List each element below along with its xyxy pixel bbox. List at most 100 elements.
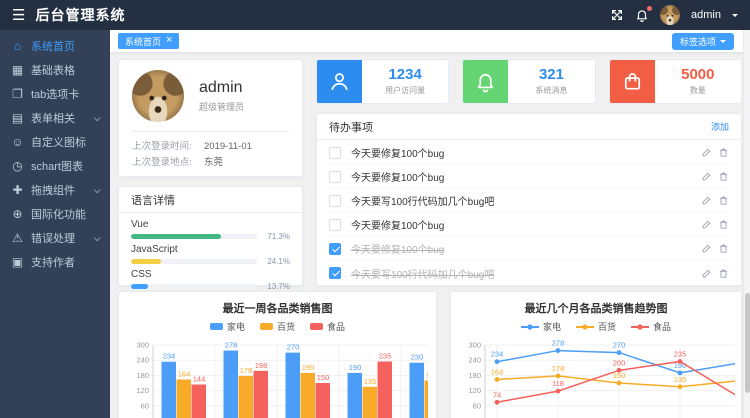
bar-chart-title: 最近一周各品类销售图 bbox=[127, 300, 428, 316]
close-icon[interactable]: × bbox=[166, 35, 172, 46]
sidebar-item-drag[interactable]: ✚拖拽组件 bbox=[0, 178, 110, 202]
divider bbox=[132, 131, 289, 132]
svg-text:118: 118 bbox=[552, 379, 564, 388]
delete-icon[interactable] bbox=[718, 171, 729, 182]
todo-checkbox[interactable] bbox=[329, 219, 341, 231]
svg-text:144: 144 bbox=[193, 375, 206, 384]
sidebar-item-form[interactable]: ▤表单相关 bbox=[0, 106, 110, 130]
svg-text:190: 190 bbox=[302, 363, 315, 372]
delete-icon[interactable] bbox=[718, 219, 729, 230]
legend-entry-家电: 家电 bbox=[521, 320, 561, 333]
svg-text:150: 150 bbox=[317, 373, 330, 382]
todo-checkbox[interactable] bbox=[329, 267, 341, 279]
language-card-title: 语言详情 bbox=[131, 192, 175, 208]
progress-track bbox=[131, 234, 257, 239]
bag-icon bbox=[610, 60, 655, 103]
sidebar-item-donate[interactable]: ▣支持作者 bbox=[0, 250, 110, 274]
todo-checkbox[interactable] bbox=[329, 243, 341, 255]
sidebar-item-tabs[interactable]: ❐tab选项卡 bbox=[0, 82, 110, 106]
tab-home[interactable]: 系统首页 × bbox=[118, 33, 179, 49]
user-avatar[interactable] bbox=[660, 5, 680, 25]
chevron-down-icon bbox=[94, 114, 101, 121]
admin-dashboard: ☰ 后台管理系统 admin ⌂系统首页▦基础表格❐tab选项卡▤表单相关☺自定… bbox=[0, 0, 750, 418]
svg-text:180: 180 bbox=[468, 371, 481, 380]
add-todo-link[interactable]: 添加 bbox=[711, 120, 729, 133]
legend-swatch bbox=[310, 323, 323, 330]
edit-icon[interactable] bbox=[701, 219, 712, 230]
svg-text:270: 270 bbox=[613, 341, 626, 350]
legend-label: 百货 bbox=[598, 320, 616, 333]
edit-icon[interactable] bbox=[701, 243, 712, 254]
progress-track bbox=[131, 259, 257, 264]
todo-actions bbox=[701, 195, 729, 206]
notification-bell-icon[interactable] bbox=[635, 8, 649, 22]
sidebar: ⌂系统首页▦基础表格❐tab选项卡▤表单相关☺自定义图标◷schart图表✚拖拽… bbox=[0, 30, 110, 418]
progress-percent: 13.7% bbox=[263, 282, 290, 291]
todo-checkbox[interactable] bbox=[329, 195, 341, 207]
delete-icon[interactable] bbox=[718, 243, 729, 254]
table-icon: ▦ bbox=[11, 64, 24, 76]
tag-options-button[interactable]: 标签选项 bbox=[672, 33, 734, 50]
home-icon: ⌂ bbox=[11, 40, 24, 52]
chevron-down-icon bbox=[94, 234, 101, 241]
bar-chart: 0601201802403002342782701902301641781901… bbox=[127, 335, 428, 418]
sidebar-item-label: 自定义图标 bbox=[31, 134, 86, 150]
fullscreen-icon[interactable] bbox=[610, 8, 624, 22]
todo-actions bbox=[701, 243, 729, 254]
progress-fill bbox=[131, 259, 161, 264]
profile-role: 超级管理员 bbox=[199, 100, 244, 113]
page-scrollbar[interactable] bbox=[743, 30, 750, 418]
progress-row: 24.1% bbox=[131, 257, 290, 266]
tab-bar: 系统首页 × 标签选项 bbox=[110, 30, 750, 53]
todo-item: 今天要修复100个bug bbox=[329, 141, 729, 165]
sidebar-item-error[interactable]: ⚠错误处理 bbox=[0, 226, 110, 250]
todo-checkbox[interactable] bbox=[329, 171, 341, 183]
scrollbar-thumb[interactable] bbox=[745, 293, 750, 393]
legend-entry-家电: 家电 bbox=[210, 320, 245, 333]
hamburger-menu-icon[interactable]: ☰ bbox=[12, 8, 25, 23]
clock-icon: ◷ bbox=[11, 160, 24, 172]
edit-icon[interactable] bbox=[701, 195, 712, 206]
header-actions: admin bbox=[610, 5, 738, 25]
todo-item: 今天要修复100个bug bbox=[329, 165, 729, 189]
delete-icon[interactable] bbox=[718, 147, 729, 158]
chevron-down-icon bbox=[720, 40, 726, 46]
stat-label: 数量 bbox=[690, 85, 706, 96]
todo-text: 今天要修复100个bug bbox=[351, 169, 691, 184]
sidebar-item-schart[interactable]: ◷schart图表 bbox=[0, 154, 110, 178]
profile-card: admin 超级管理员 上次登录时间: 2019-11-01 上次登录地点: 东… bbox=[118, 59, 303, 177]
svg-text:164: 164 bbox=[178, 369, 191, 378]
edit-icon[interactable] bbox=[701, 268, 712, 279]
todo-item: 今天要写100行代码加几个bug吧 bbox=[329, 261, 729, 285]
app-title: 后台管理系统 bbox=[35, 5, 125, 25]
sidebar-item-table[interactable]: ▦基础表格 bbox=[0, 58, 110, 82]
legend-entry-百货: 百货 bbox=[260, 320, 295, 333]
delete-icon[interactable] bbox=[718, 195, 729, 206]
todo-checkbox[interactable] bbox=[329, 147, 341, 159]
progress-track bbox=[131, 284, 257, 289]
edit-icon[interactable] bbox=[701, 171, 712, 182]
svg-text:120: 120 bbox=[136, 386, 149, 395]
svg-text:135: 135 bbox=[674, 375, 687, 384]
language-progress-css: CSS13.7% bbox=[131, 269, 290, 291]
svg-text:200: 200 bbox=[613, 358, 626, 367]
form-icon: ▤ bbox=[11, 112, 24, 124]
user-menu[interactable]: admin bbox=[691, 9, 721, 21]
svg-text:235: 235 bbox=[674, 349, 687, 358]
sidebar-item-custom-icon[interactable]: ☺自定义图标 bbox=[0, 130, 110, 154]
language-name: JavaScript bbox=[131, 244, 290, 255]
edit-icon[interactable] bbox=[701, 147, 712, 158]
legend-line-marker bbox=[576, 323, 594, 331]
language-progress-javascript: JavaScript 24.1% bbox=[131, 244, 290, 266]
tag-options-label: 标签选项 bbox=[680, 35, 716, 48]
sidebar-item-home[interactable]: ⌂系统首页 bbox=[0, 34, 110, 58]
delete-icon[interactable] bbox=[718, 268, 729, 279]
stat-info: 321系统消息 bbox=[508, 60, 594, 103]
stat-value: 1234 bbox=[388, 67, 421, 84]
stat-label: 用户访问量 bbox=[385, 85, 425, 96]
progress-fill bbox=[131, 234, 221, 239]
svg-text:240: 240 bbox=[136, 356, 149, 365]
sidebar-item-i18n[interactable]: ⊕国际化功能 bbox=[0, 202, 110, 226]
svg-text:300: 300 bbox=[136, 341, 149, 350]
progress-fill bbox=[131, 284, 148, 289]
